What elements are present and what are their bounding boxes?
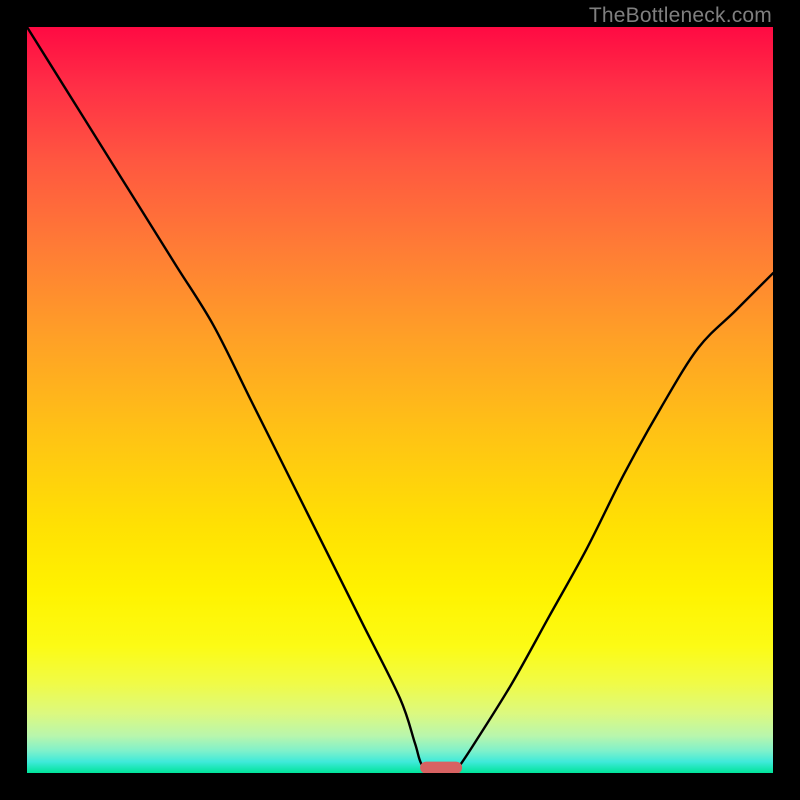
gradient-background: [27, 27, 773, 773]
optimum-marker: [420, 761, 462, 773]
watermark-text: TheBottleneck.com: [589, 4, 772, 28]
plot-area: [27, 27, 773, 773]
chart-frame: TheBottleneck.com: [0, 0, 800, 800]
